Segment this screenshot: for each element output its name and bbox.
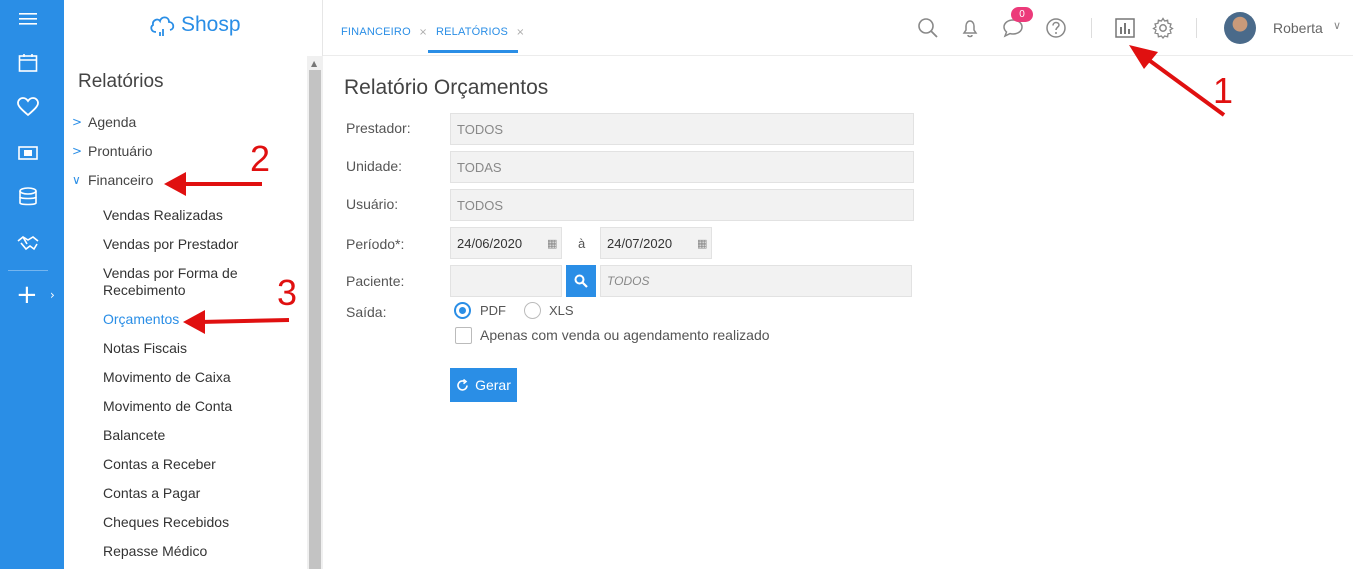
saida-pdf-radio[interactable]	[454, 302, 471, 319]
menu-icon[interactable]	[0, 4, 56, 34]
icon-rail: + ›	[0, 0, 64, 569]
annotation-number-3: 3	[277, 272, 298, 313]
sidebar-title: Relatórios	[78, 71, 164, 92]
sidebar-scrollbar[interactable]: ▲	[307, 56, 323, 569]
report-link-vendas-realizadas[interactable]: Vendas Realizadas	[103, 207, 263, 224]
tab-label: FINANCEIRO	[341, 26, 411, 38]
unidade-label: Unidade:	[346, 158, 403, 174]
brand-name: Shosp	[181, 13, 241, 36]
close-icon[interactable]: ×	[419, 27, 428, 38]
periodo-fim-field[interactable]: 24/07/2020	[600, 227, 712, 259]
report-link-contas-receber[interactable]: Contas a Receber	[103, 456, 263, 473]
unidade-select[interactable]: TODAS	[450, 151, 914, 183]
reports-icon[interactable]	[1113, 16, 1137, 40]
prestador-select[interactable]: TODOS	[450, 113, 914, 145]
cloud-logo-icon	[150, 16, 175, 36]
report-link-notas-fiscais[interactable]: Notas Fiscais	[103, 340, 263, 357]
user-name[interactable]: Roberta	[1273, 20, 1323, 36]
search-icon	[574, 274, 588, 288]
annotation-number-1: 1	[1213, 70, 1234, 111]
periodo-inicio-field[interactable]: 24/06/2020	[450, 227, 562, 259]
bell-icon[interactable]	[958, 16, 982, 40]
gerar-label: Gerar	[475, 377, 511, 393]
active-tab-indicator	[428, 50, 518, 53]
sidebar-section-prontuario[interactable]: > Prontuário	[72, 143, 153, 159]
sidebar-section-financeiro[interactable]: ∨ Financeiro	[72, 172, 153, 188]
saida-pdf-label[interactable]: PDF	[480, 303, 506, 318]
search-icon[interactable]	[916, 16, 940, 40]
report-link-movimento-conta[interactable]: Movimento de Conta	[103, 398, 263, 415]
chevron-right-icon: >	[72, 144, 83, 158]
chevron-down-icon: ∨	[72, 173, 81, 187]
usuario-select[interactable]: TODOS	[450, 189, 914, 221]
calendar-icon[interactable]: ▦	[547, 237, 557, 250]
tab-relatorios[interactable]: RELATÓRIOS ×	[436, 26, 525, 38]
tab-label: RELATÓRIOS	[436, 26, 509, 38]
messages-badge: 0	[1011, 7, 1033, 22]
page-title: Relatório Orçamentos	[344, 76, 549, 99]
toolbar-divider	[1091, 18, 1092, 38]
saida-xls-radio[interactable]	[524, 302, 541, 319]
gear-icon[interactable]	[1151, 16, 1175, 40]
money-icon[interactable]	[0, 138, 56, 168]
prestador-label: Prestador:	[346, 120, 411, 136]
section-label: Agenda	[88, 114, 137, 130]
toolbar-divider	[1196, 18, 1197, 38]
report-link-orcamentos[interactable]: Orçamentos	[103, 311, 263, 328]
help-icon[interactable]	[1044, 16, 1068, 40]
paciente-search-button[interactable]	[566, 265, 596, 297]
rail-divider	[8, 270, 48, 271]
periodo-label: Período*:	[346, 236, 405, 252]
paciente-name-field[interactable]: TODOS	[600, 265, 912, 297]
database-icon[interactable]	[0, 182, 56, 212]
refresh-icon	[457, 378, 468, 391]
periodo-separator: à	[578, 236, 586, 251]
apenas-venda-label[interactable]: Apenas com venda ou agendamento realizad…	[480, 327, 770, 343]
report-link-vendas-forma-recebimento[interactable]: Vendas por Forma de Recebimento	[103, 265, 263, 299]
apenas-venda-checkbox[interactable]	[455, 327, 472, 344]
paciente-label: Paciente:	[346, 273, 405, 289]
report-link-vendas-por-prestador[interactable]: Vendas por Prestador	[103, 236, 263, 253]
scroll-up-icon[interactable]: ▲	[311, 59, 317, 68]
brand-logo[interactable]: Shosp	[148, 12, 241, 38]
heart-icon[interactable]	[0, 92, 56, 122]
avatar[interactable]	[1224, 12, 1256, 44]
annotation-arrow-1	[1140, 53, 1226, 117]
section-label: Prontuário	[88, 143, 153, 159]
tab-financeiro[interactable]: FINANCEIRO ×	[341, 26, 427, 38]
handshake-icon[interactable]	[0, 228, 56, 258]
chevron-right-icon: >	[72, 115, 83, 129]
report-link-balancete[interactable]: Balancete	[103, 427, 263, 444]
saida-label: Saída:	[346, 304, 387, 320]
top-bar: FINANCEIRO × RELATÓRIOS × 0 Roberta ∨	[323, 0, 1353, 56]
report-link-repasse-medico[interactable]: Repasse Médico	[103, 543, 263, 560]
sidebar-section-agenda[interactable]: > Agenda	[72, 114, 136, 130]
calendar-icon[interactable]	[0, 48, 56, 78]
chevron-down-icon[interactable]: ∨	[1333, 19, 1341, 32]
usuario-label: Usuário:	[346, 196, 399, 212]
close-icon[interactable]: ×	[516, 27, 525, 38]
annotation-number-2: 2	[250, 138, 271, 179]
report-link-cheques-recebidos[interactable]: Cheques Recebidos	[103, 514, 263, 531]
chevron-right-icon[interactable]: ›	[50, 288, 55, 302]
plus-icon[interactable]: +	[16, 282, 38, 308]
gerar-button[interactable]: Gerar	[450, 368, 517, 402]
report-link-movimento-caixa[interactable]: Movimento de Caixa	[103, 369, 263, 386]
section-label: Financeiro	[88, 172, 154, 188]
report-link-contas-pagar[interactable]: Contas a Pagar	[103, 485, 263, 502]
saida-xls-label[interactable]: XLS	[549, 303, 574, 318]
scrollbar-thumb[interactable]	[309, 70, 321, 569]
paciente-id-field[interactable]	[450, 265, 562, 297]
calendar-icon[interactable]: ▦	[697, 237, 707, 250]
